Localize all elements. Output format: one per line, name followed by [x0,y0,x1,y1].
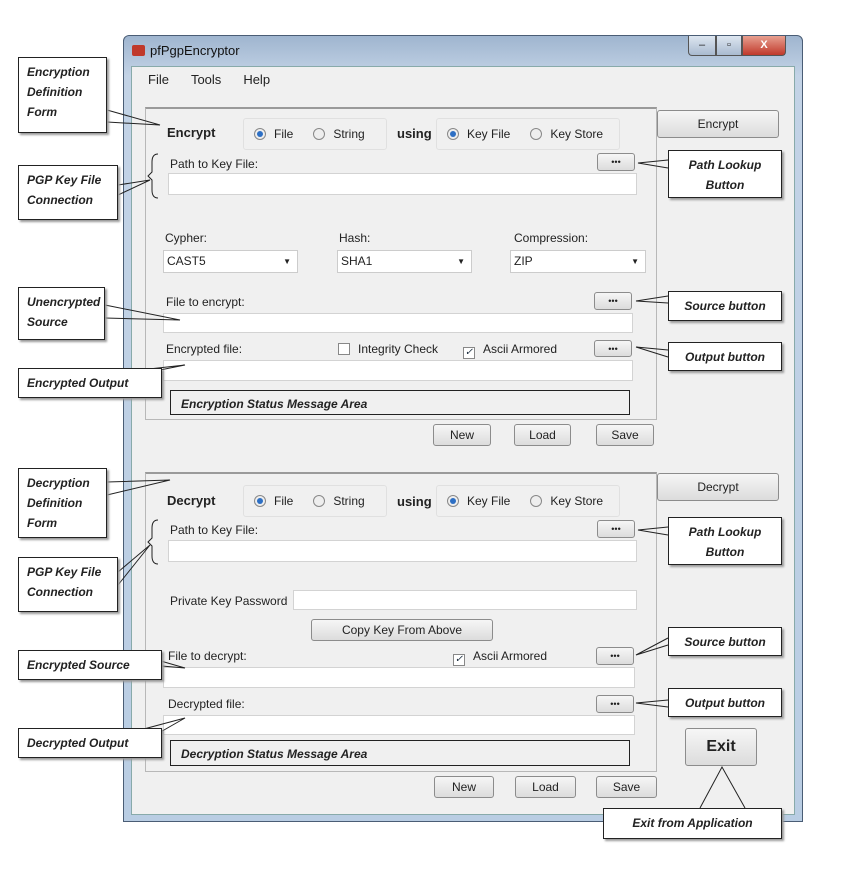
callout-encrypted-output: Encrypted Output [18,368,162,398]
callout-encryption-form: Encryption Definition Form [18,57,107,133]
callout-unencrypted-source: Unencrypted Source [18,287,105,340]
callout-path-lookup-1: Path Lookup Button [668,150,782,198]
callout-encrypted-source: Encrypted Source [18,650,162,680]
callout-output-1: Output button [668,342,782,371]
callout-decryption-form: Decryption Definition Form [18,468,107,538]
callout-source-1: Source button [668,291,782,321]
callout-source-2: Source button [668,627,782,656]
callout-path-lookup-2: Path Lookup Button [668,517,782,565]
callout-exit: Exit from Application [603,808,782,839]
callout-pgp-key-1: PGP Key File Connection [18,165,118,220]
callout-output-2: Output button [668,688,782,717]
callout-pgp-key-2: PGP Key File Connection [18,557,118,612]
callout-decrypted-output: Decrypted Output [18,728,162,758]
